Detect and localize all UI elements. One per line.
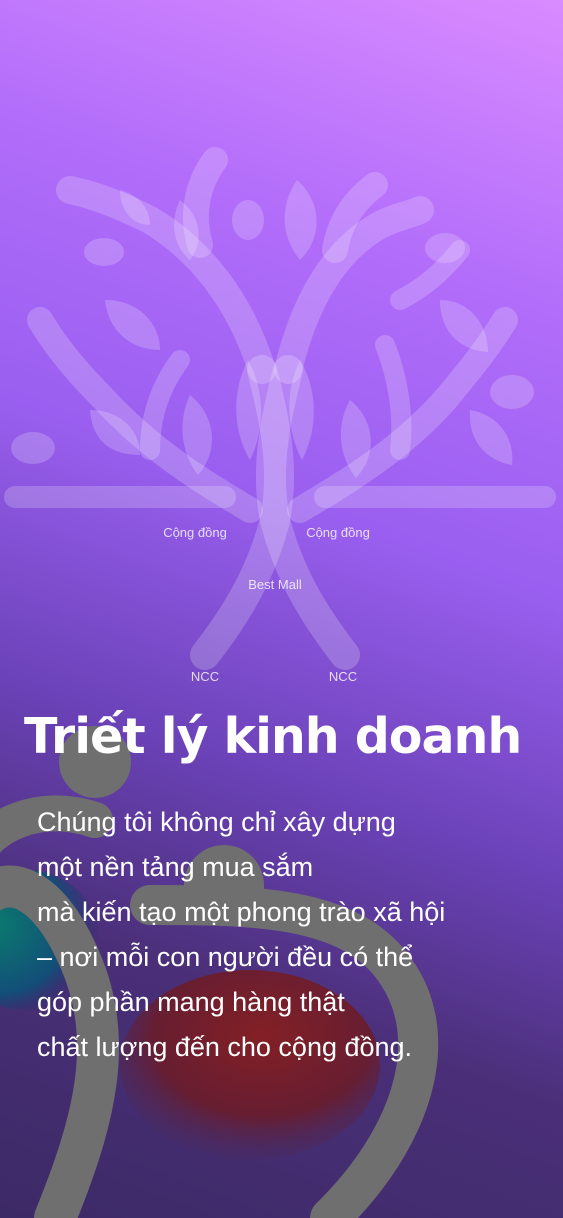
text-line: – nơi mỗi con người đều có thể bbox=[37, 942, 414, 972]
text-line: Chúng tôi không chỉ xây dựng bbox=[37, 807, 396, 837]
tree-label-center: Best Mall bbox=[248, 577, 302, 592]
page-title: Triết lý kinh doanh bbox=[24, 708, 522, 765]
tree-label-supplier-left: NCC bbox=[190, 669, 220, 684]
tree-label-supplier-right: NCC bbox=[328, 669, 358, 684]
text-line: góp phần mang hàng thật bbox=[37, 987, 345, 1017]
text-line: chất lượng đến cho cộng đồng. bbox=[37, 1032, 413, 1062]
page: Cộng đồng Cộng đồng Best Mall NCC NCC Tr… bbox=[0, 0, 563, 1218]
text-line: một nền tảng mua sắm bbox=[37, 852, 314, 882]
tree-label-community-right: Cộng đồng bbox=[306, 525, 370, 540]
text-line: mà kiến tạo một phong trào xã hội bbox=[37, 897, 446, 927]
tree-label-community-left: Cộng đồng bbox=[163, 525, 227, 540]
philosophy-text: Chúng tôi không chỉ xây dựng một nền tản… bbox=[37, 800, 547, 1070]
